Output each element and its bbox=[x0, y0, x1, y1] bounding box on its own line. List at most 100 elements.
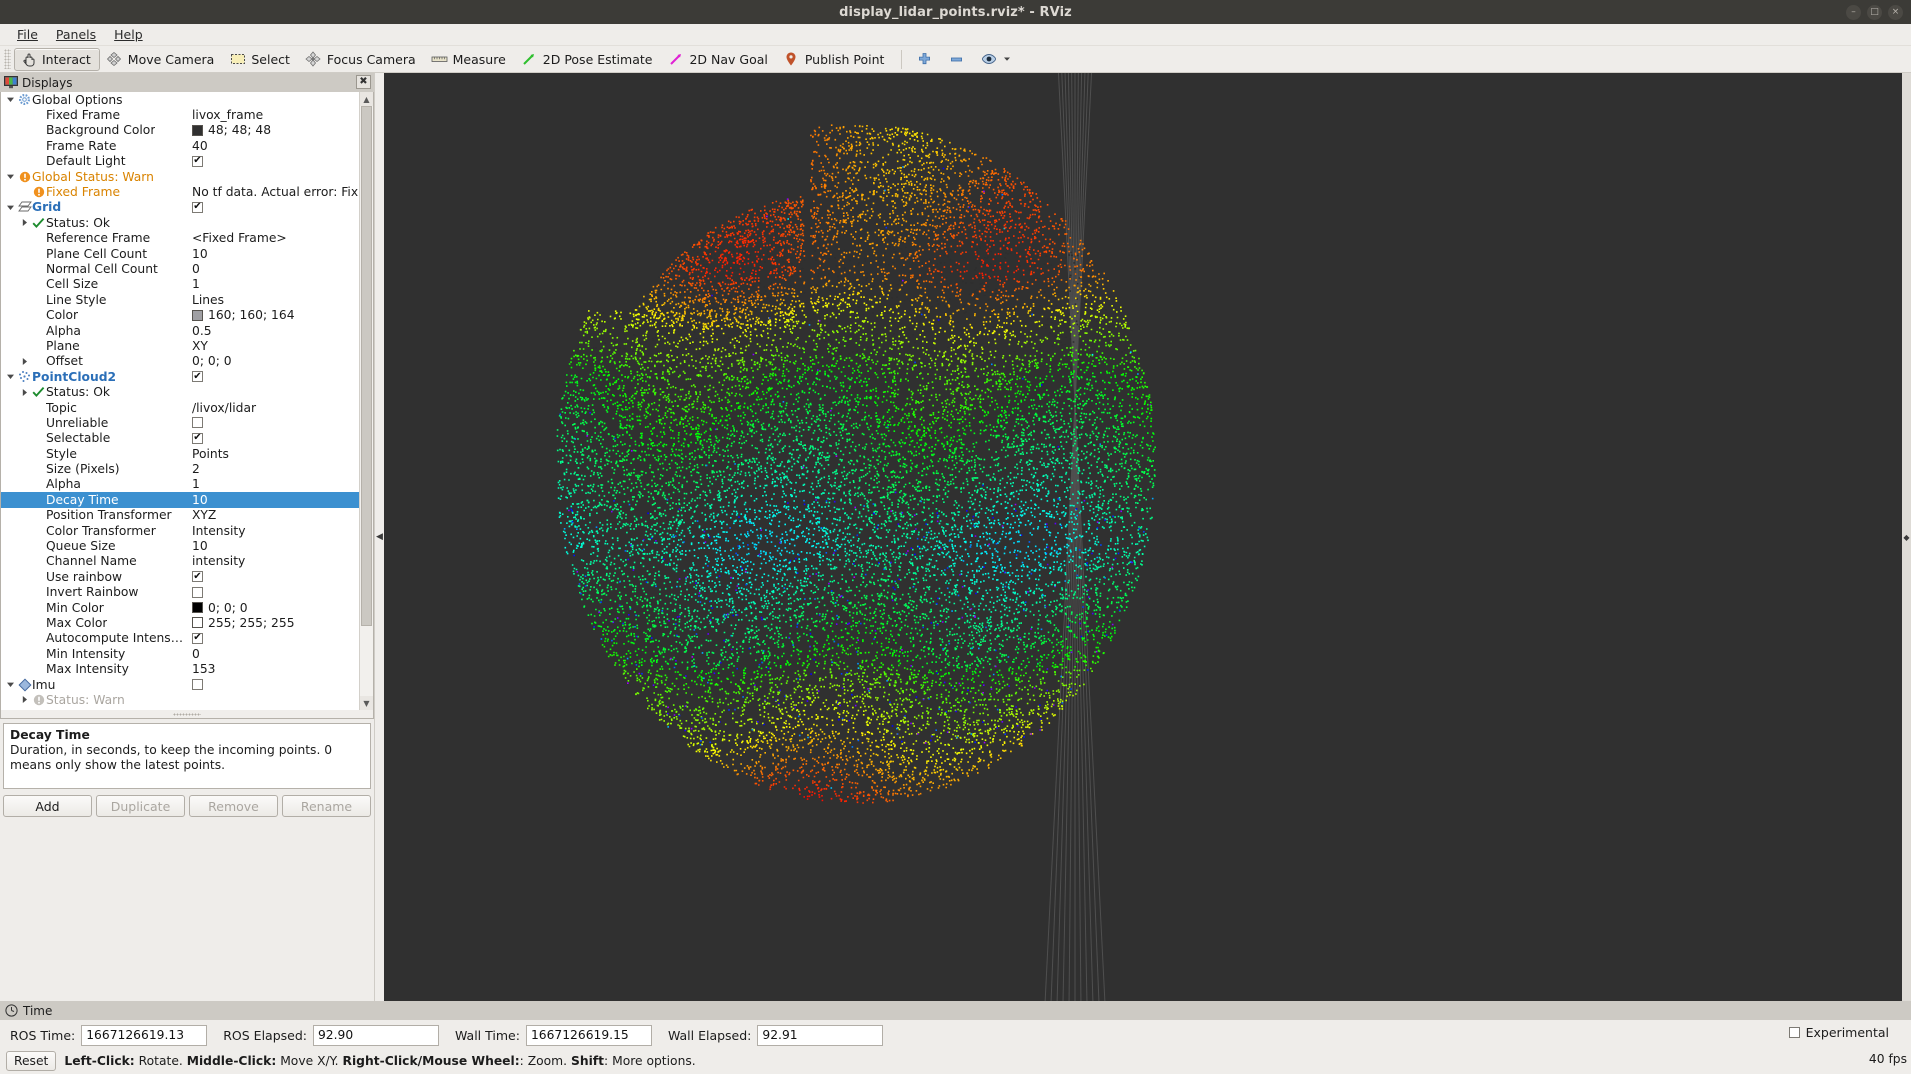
displays-tree[interactable]: Global Options Fixed Frame livox_frame Back… bbox=[1, 92, 359, 710]
tool-publish-point[interactable]: Publish Point bbox=[777, 48, 894, 71]
tree-row-value-cell[interactable]: 0.5 bbox=[186, 324, 359, 338]
tree-row-value-cell[interactable]: ✔ bbox=[186, 201, 359, 213]
tree-row-value-cell[interactable]: XYZ bbox=[186, 508, 359, 522]
dock-collapse-handle[interactable]: ◀ bbox=[375, 73, 384, 1001]
tree-row-value-cell[interactable]: XY bbox=[186, 339, 359, 353]
maximize-button[interactable]: □ bbox=[1867, 4, 1882, 20]
tree-expander-icon[interactable] bbox=[3, 172, 17, 181]
tree-row-fixed-frame[interactable]: Fixed Frame livox_frame bbox=[1, 107, 359, 122]
tree-row-checkbox[interactable] bbox=[192, 679, 203, 691]
remove-display-button[interactable]: Remove bbox=[189, 795, 278, 817]
tree-row-value-cell[interactable] bbox=[186, 679, 359, 691]
color-swatch[interactable] bbox=[192, 602, 203, 614]
menu-file[interactable]: File bbox=[8, 25, 47, 44]
tree-row-value-cell[interactable]: Lines bbox=[186, 293, 359, 307]
tree-row-value-cell[interactable]: 10 bbox=[186, 539, 359, 553]
tool-interact[interactable]: Interact bbox=[14, 47, 100, 71]
add-display-button[interactable]: Add bbox=[3, 795, 92, 817]
tree-row-value-cell[interactable] bbox=[186, 586, 359, 598]
tool-measure[interactable]: Measure bbox=[425, 48, 515, 71]
tree-row-cell-size[interactable]: Cell Size 1 bbox=[1, 277, 359, 292]
tool-2d-nav-goal[interactable]: 2D Nav Goal bbox=[661, 48, 776, 71]
reset-button[interactable]: Reset bbox=[6, 1051, 57, 1071]
tree-row-color[interactable]: Color 160; 160; 164 bbox=[1, 307, 359, 322]
tree-row-invert-rainbow[interactable]: Invert Rainbow bbox=[1, 585, 359, 600]
tree-row-min-intensity[interactable]: Min Intensity 0 bbox=[1, 646, 359, 661]
tree-row-value-cell[interactable]: 10 bbox=[186, 493, 359, 507]
tree-row-value-cell[interactable]: 0; 0; 0 bbox=[186, 354, 359, 368]
tree-row-checkbox[interactable]: ✔ bbox=[192, 632, 203, 644]
toolbar-drag-handle[interactable] bbox=[4, 49, 11, 69]
close-button[interactable]: × bbox=[1888, 4, 1903, 20]
tree-expander-icon[interactable] bbox=[17, 695, 31, 704]
tree-row-value-cell[interactable]: No tf data. Actual error: Fix… bbox=[186, 185, 359, 199]
minimize-button[interactable]: – bbox=[1846, 4, 1861, 20]
visibility-button[interactable] bbox=[974, 48, 1020, 71]
tree-row-value-cell[interactable]: Intensity bbox=[186, 524, 359, 538]
tool-focus-camera[interactable]: Focus Camera bbox=[299, 48, 425, 71]
tree-row-plane[interactable]: Plane XY bbox=[1, 338, 359, 353]
experimental-checkbox[interactable] bbox=[1788, 1027, 1800, 1038]
tree-expander-icon[interactable] bbox=[3, 372, 17, 381]
tree-row-global-status-warn[interactable]: Global Status: Warn bbox=[1, 169, 359, 184]
tree-row-value-cell[interactable]: ✔ bbox=[186, 155, 359, 167]
tree-row-checkbox[interactable]: ✔ bbox=[192, 201, 203, 213]
displays-close-icon[interactable]: ✖ bbox=[356, 75, 371, 89]
color-swatch[interactable] bbox=[192, 124, 203, 136]
tree-row-line-style[interactable]: Line Style Lines bbox=[1, 292, 359, 307]
tree-row-value-cell[interactable]: ✔ bbox=[186, 371, 359, 383]
tree-row-fixed-frame[interactable]: Fixed Frame No tf data. Actual error: Fix… bbox=[1, 184, 359, 199]
tree-row-status-ok[interactable]: Status: Ok bbox=[1, 384, 359, 399]
tree-row-default-light[interactable]: Default Light ✔ bbox=[1, 154, 359, 169]
scroll-up-arrow[interactable]: ▲ bbox=[360, 92, 373, 106]
tree-vertical-scrollbar[interactable]: ▲ ▼ bbox=[359, 92, 373, 710]
tree-row-channel-name[interactable]: Channel Name intensity bbox=[1, 554, 359, 569]
tree-row-offset[interactable]: Offset 0; 0; 0 bbox=[1, 354, 359, 369]
color-swatch[interactable] bbox=[192, 309, 203, 321]
tree-row-alpha[interactable]: Alpha 0.5 bbox=[1, 323, 359, 338]
tool-move-camera[interactable]: Move Camera bbox=[100, 48, 224, 71]
tree-row-value-cell[interactable]: intensity bbox=[186, 554, 359, 568]
tree-row-value-cell[interactable]: 1 bbox=[186, 477, 359, 491]
remove-tool-button[interactable] bbox=[942, 48, 974, 71]
tree-row-value-cell[interactable]: /livox/lidar bbox=[186, 401, 359, 415]
tree-row-normal-cell-count[interactable]: Normal Cell Count 0 bbox=[1, 261, 359, 276]
tree-row-max-color[interactable]: Max Color 255; 255; 255 bbox=[1, 615, 359, 630]
scroll-thumb[interactable] bbox=[361, 106, 372, 626]
tree-row-decay-time[interactable]: Decay Time 10 bbox=[1, 492, 359, 508]
tree-row-queue-size[interactable]: Queue Size 10 bbox=[1, 538, 359, 553]
tree-row-checkbox[interactable]: ✔ bbox=[192, 155, 203, 167]
ros-elapsed-input[interactable] bbox=[312, 1024, 439, 1046]
tree-row-value-cell[interactable]: 0; 0; 0 bbox=[186, 601, 359, 615]
tree-row-checkbox[interactable]: ✔ bbox=[192, 371, 203, 383]
tree-expander-icon[interactable] bbox=[17, 218, 31, 227]
tree-row-status-warn[interactable]: Status: Warn bbox=[1, 692, 359, 707]
tree-row-value-cell[interactable]: 255; 255; 255 bbox=[186, 616, 359, 630]
tree-row-value-cell[interactable]: 40 bbox=[186, 139, 359, 153]
tree-row-size-pixels[interactable]: Size (Pixels) 2 bbox=[1, 461, 359, 476]
right-dock-collapse-handle[interactable]: ◆ bbox=[1902, 73, 1911, 1001]
tree-row-max-intensity[interactable]: Max Intensity 153 bbox=[1, 661, 359, 676]
tree-row-value-cell[interactable] bbox=[186, 417, 359, 429]
tree-row-value-cell[interactable]: 10 bbox=[186, 247, 359, 261]
tree-row-value-cell[interactable]: Points bbox=[186, 447, 359, 461]
tree-row-checkbox[interactable]: ✔ bbox=[192, 432, 203, 444]
tree-row-use-rainbow[interactable]: Use rainbow ✔ bbox=[1, 569, 359, 584]
tree-row-checkbox[interactable]: ✔ bbox=[192, 571, 203, 583]
tree-row-value-cell[interactable]: ✔ bbox=[186, 432, 359, 444]
tree-row-value-cell[interactable]: ✔ bbox=[186, 571, 359, 583]
tree-row-value-cell[interactable]: 0 bbox=[186, 262, 359, 276]
tree-row-grid[interactable]: Grid ✔ bbox=[1, 200, 359, 215]
tree-row-value-cell[interactable]: 48; 48; 48 bbox=[186, 123, 359, 137]
rename-display-button[interactable]: Rename bbox=[282, 795, 371, 817]
duplicate-display-button[interactable]: Duplicate bbox=[96, 795, 185, 817]
tree-row-value-cell[interactable]: 2 bbox=[186, 462, 359, 476]
tree-row-color-transformer[interactable]: Color Transformer Intensity bbox=[1, 523, 359, 538]
tree-row-value-cell[interactable]: <Fixed Frame> bbox=[186, 231, 359, 245]
tree-expander-icon[interactable] bbox=[17, 357, 31, 366]
add-tool-button[interactable] bbox=[910, 48, 942, 71]
tree-row-unreliable[interactable]: Unreliable bbox=[1, 415, 359, 430]
tree-row-imu[interactable]: Imu bbox=[1, 677, 359, 692]
tree-row-min-color[interactable]: Min Color 0; 0; 0 bbox=[1, 600, 359, 615]
tree-row-value-cell[interactable]: 0 bbox=[186, 647, 359, 661]
